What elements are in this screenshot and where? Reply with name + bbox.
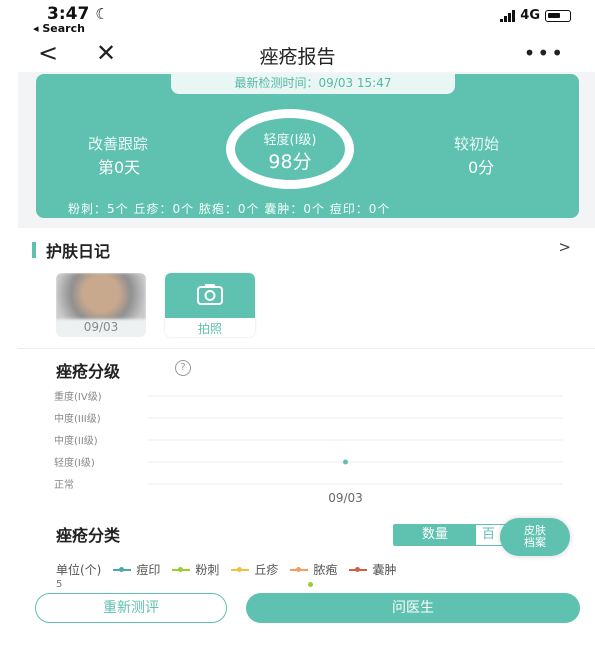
help-icon[interactable]: ? [175, 360, 191, 376]
improve-value: 第0天 [98, 158, 141, 177]
take-photo-label: 拍照 [197, 322, 222, 336]
x-tick-label: 09/03 [328, 491, 363, 505]
face-photo-thumbnail [56, 273, 146, 319]
report-content: 最新检测时间：09/03 15:47 改善跟踪 第0天 轻度(I级) 98分 较… [18, 72, 595, 588]
legend-label: 囊肿 [372, 563, 397, 577]
section-accent-bar [32, 242, 36, 258]
legend-label: 痘印 [136, 563, 161, 577]
signal-icon [500, 9, 516, 22]
photo-date: 09/03 [83, 320, 119, 334]
improve-label: 改善跟踪 [88, 135, 149, 153]
battery-icon [545, 9, 571, 22]
ask-doctor-button[interactable]: 问医生 [246, 593, 580, 623]
y-tick-label: 重度(IV级) [54, 390, 102, 403]
y-tick-label: 中度(III级) [54, 412, 101, 425]
classification-legend: 单位(个) 痘印 粉刺 丘疹 脓疱 囊肿 [56, 561, 396, 578]
legend-label: 脓疱 [313, 563, 338, 577]
legend-label: 粉刺 [195, 563, 220, 577]
latest-test-time: 最新检测时间：09/03 15:47 [171, 74, 455, 94]
legend-label: 丘疹 [254, 563, 279, 577]
back-to-search-link[interactable]: ◂ Search [33, 22, 85, 35]
divider [18, 348, 595, 349]
classification-point [308, 582, 313, 587]
status-time: 3:47 ☾ [47, 4, 109, 24]
diary-photo[interactable]: 09/03 [56, 273, 146, 337]
grading-chart: 重度(IV级) 中度(III级) 中度(II级) 轻度(I级) 正常 09/03 [54, 390, 563, 505]
compare-label: 较初始 [454, 135, 500, 153]
chevron-right-icon[interactable]: > [558, 238, 571, 256]
legend-swatch [290, 566, 309, 572]
report-detail-card: 护肤日记 > 09/03 拍照 痤疮分级 ? 重度(IV级) 中度(III级) 中度… [18, 228, 595, 588]
skin-profile-button[interactable]: 皮肤 档案 [500, 518, 570, 556]
page-title: 痤疮报告 [259, 46, 336, 68]
legend-swatch [349, 566, 368, 572]
y-tick-label: 正常 [54, 478, 74, 491]
take-photo-button[interactable]: 拍照 [165, 273, 255, 337]
legend-item[interactable]: 粉刺 [172, 561, 219, 578]
toggle-count[interactable]: 数量 [394, 525, 476, 545]
score-card: 最新检测时间：09/03 15:47 改善跟踪 第0天 轻度(I级) 98分 较… [36, 74, 579, 218]
legend-item[interactable]: 痘印 [113, 561, 160, 578]
chart-point [343, 459, 348, 465]
axis-top-label: 5 [56, 579, 63, 588]
legend-item[interactable]: 囊肿 [349, 561, 396, 578]
classification-title: 痤疮分类 [56, 526, 121, 545]
retest-button[interactable]: 重新测评 [35, 593, 227, 623]
y-tick-label: 轻度(I级) [54, 456, 95, 469]
y-tick-label: 中度(II级) [54, 434, 98, 447]
legend-item[interactable]: 脓疱 [290, 561, 337, 578]
bottom-actions: 重新测评 问医生 [0, 588, 595, 645]
moon-icon: ☾ [95, 5, 109, 23]
legend-swatch [172, 566, 191, 572]
lesion-counts: 粉刺：5个 丘疹：0个 脓疱：0个 囊肿：0个 痘印：0个 [68, 202, 391, 216]
more-icon[interactable]: ••• [524, 38, 565, 68]
legend-item[interactable]: 丘疹 [231, 561, 278, 578]
network-type: 4G [520, 8, 540, 23]
legend-swatch [113, 566, 132, 572]
status-bar: 3:47 ☾ ◂ Search 4G [0, 0, 595, 36]
unit-label: 单位(个) [56, 563, 102, 577]
status-indicators: 4G [500, 8, 571, 23]
diary-title: 护肤日记 [46, 242, 111, 261]
score-value: 98分 [268, 151, 312, 173]
nav-bar: < ✕ 痤疮报告 ••• [0, 36, 595, 72]
camera-icon [197, 284, 223, 305]
level-label: 轻度(I级) [263, 133, 317, 148]
legend-swatch [231, 566, 250, 572]
compare-value: 0分 [468, 158, 495, 177]
